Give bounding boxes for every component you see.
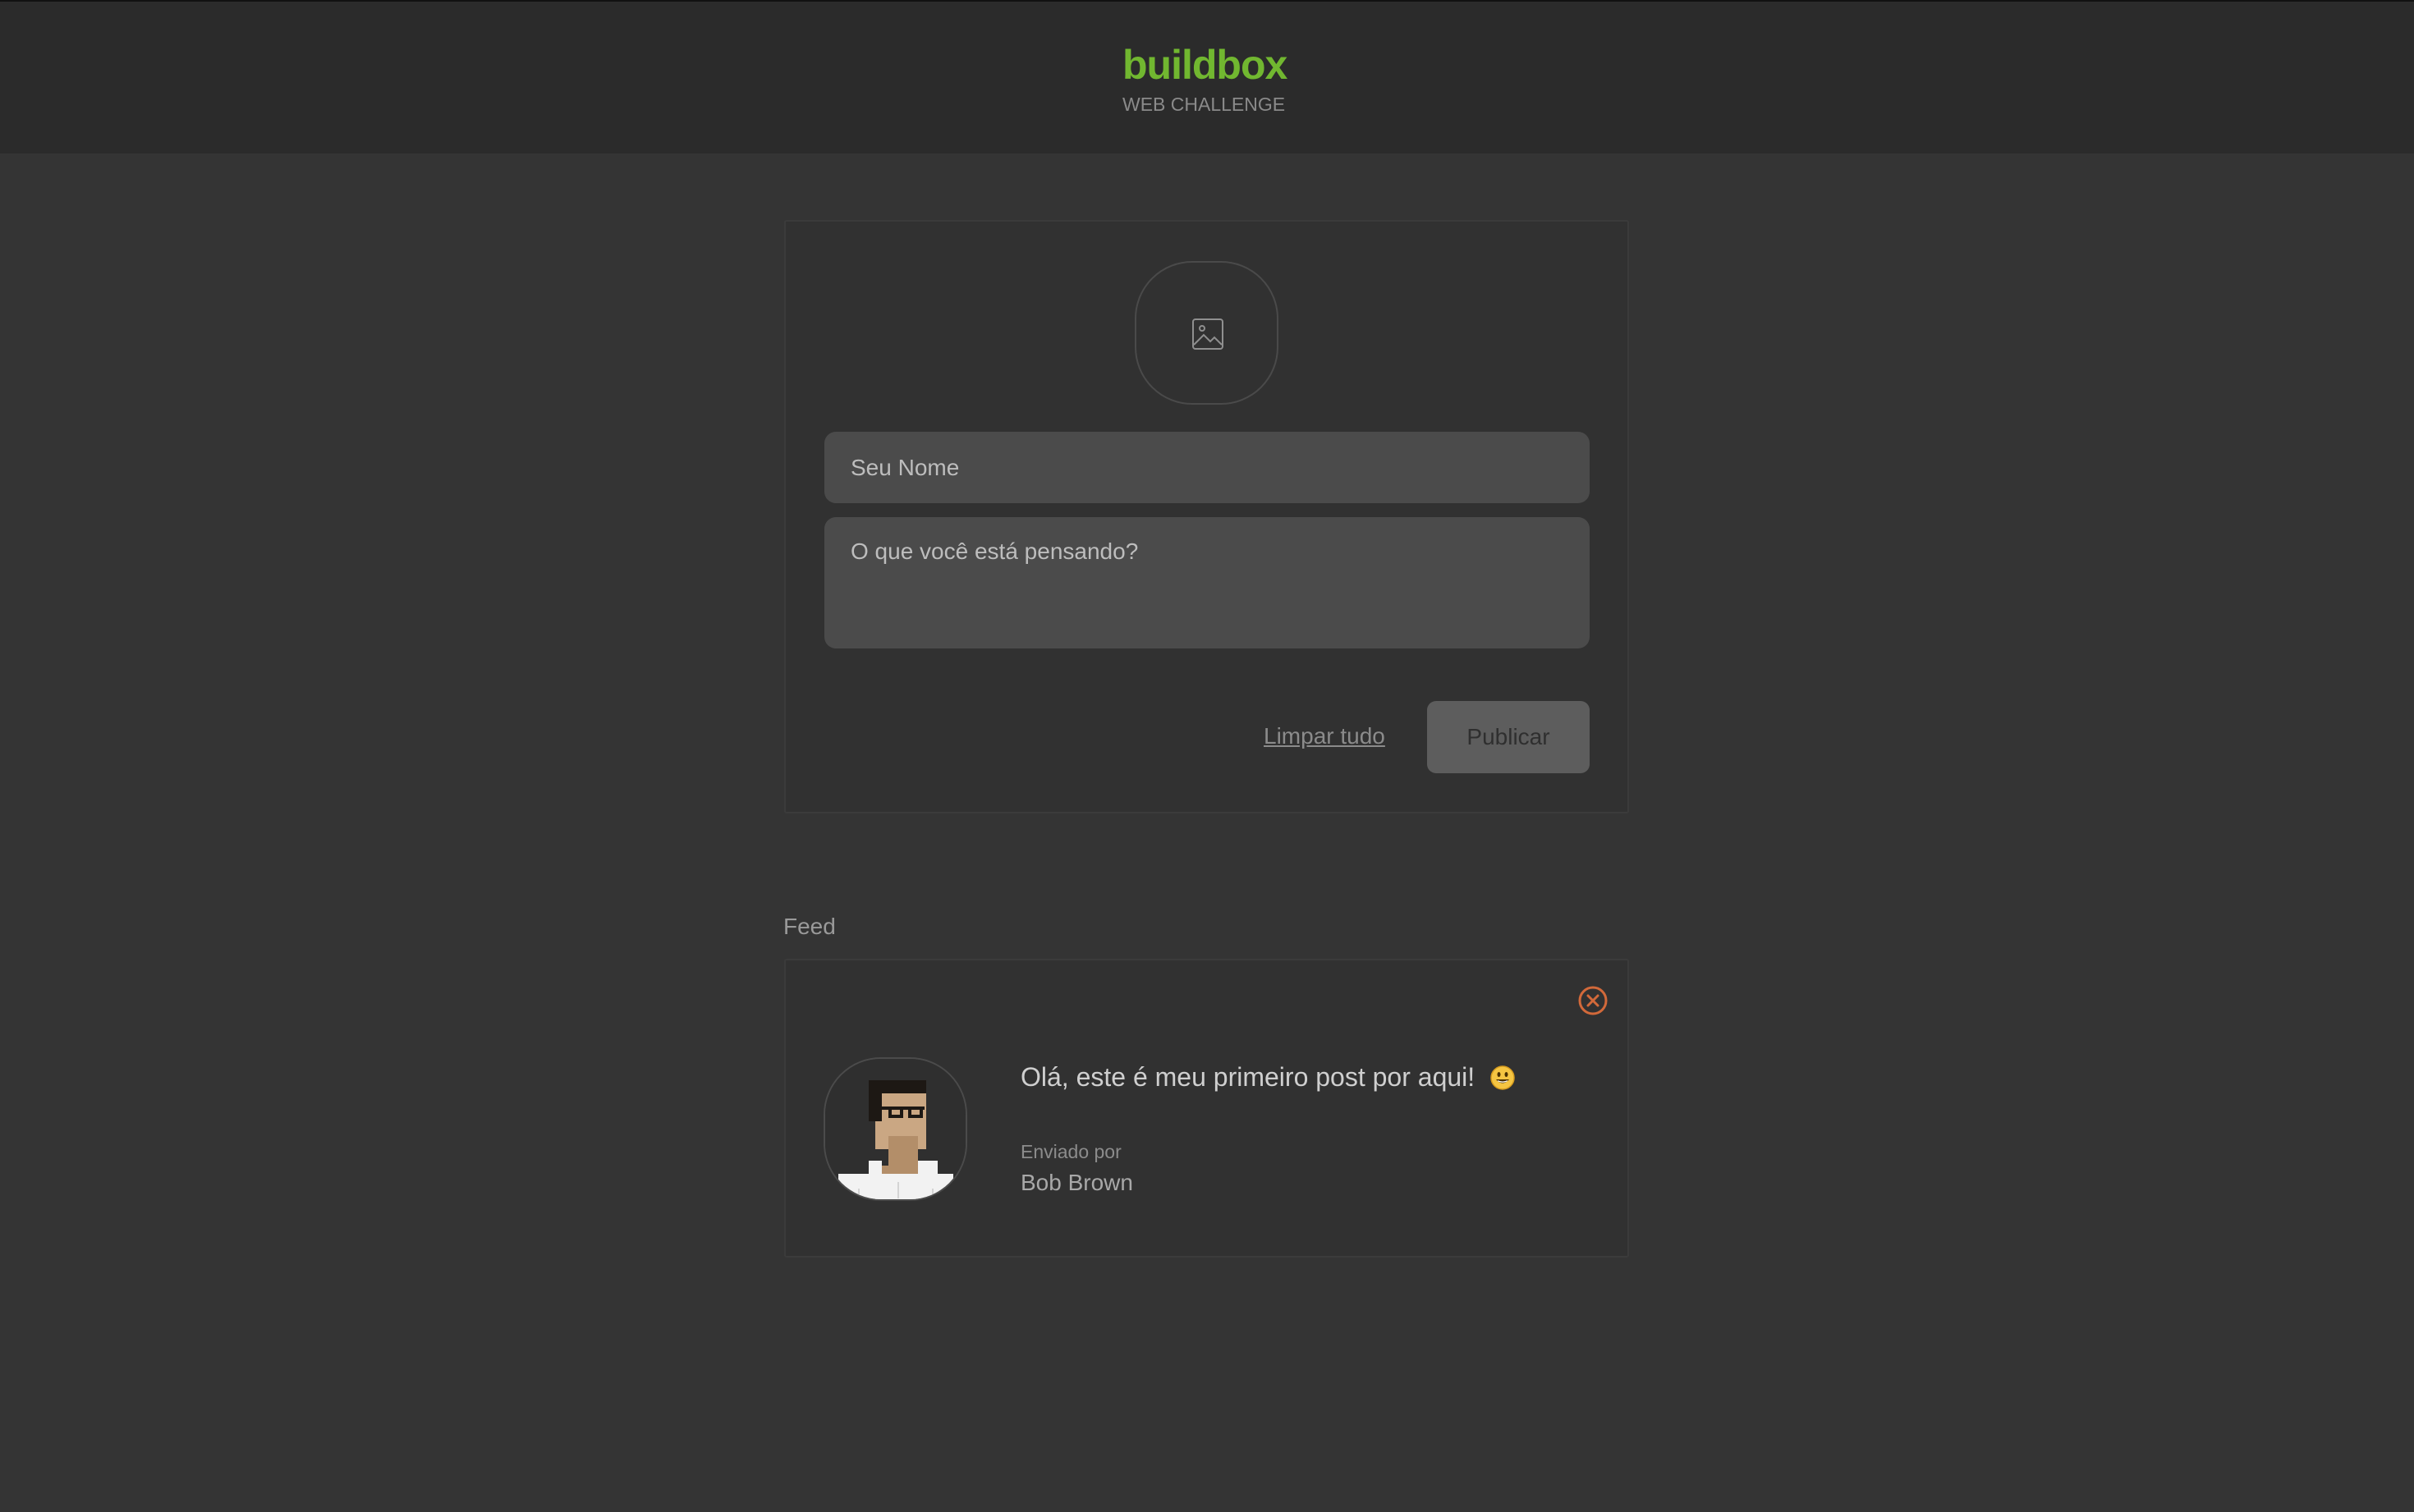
feed-title: Feed: [783, 914, 836, 939]
avatar: [824, 1057, 967, 1201]
app-header: buildbox WEB CHALLENGE: [0, 0, 2414, 153]
delete-post-button[interactable]: [1577, 985, 1609, 1016]
brand-subtitle: WEB CHALLENGE: [1122, 94, 1286, 115]
post-message-text: Olá, este é meu primeiro post por aqui!: [1021, 1062, 1475, 1092]
name-input[interactable]: [824, 432, 1590, 503]
post-author-name: Bob Brown: [1021, 1170, 1133, 1195]
image-upload-button[interactable]: [1135, 261, 1278, 405]
close-circle-icon: [1578, 986, 1608, 1015]
brand-logo-text: buildbox: [1122, 42, 1287, 88]
message-textarea[interactable]: [824, 517, 1590, 648]
grinning-face-emoji: [1490, 1065, 1515, 1090]
clear-all-link[interactable]: Limpar tudo: [1264, 722, 1385, 750]
sent-by-label: Enviado por: [1021, 1141, 1122, 1162]
image-icon: [1192, 318, 1223, 350]
post-message: Olá, este é meu primeiro post por aqui!: [1021, 1061, 1515, 1093]
pixel-person-avatar: [825, 1059, 966, 1199]
publish-button[interactable]: Publicar: [1427, 701, 1590, 773]
